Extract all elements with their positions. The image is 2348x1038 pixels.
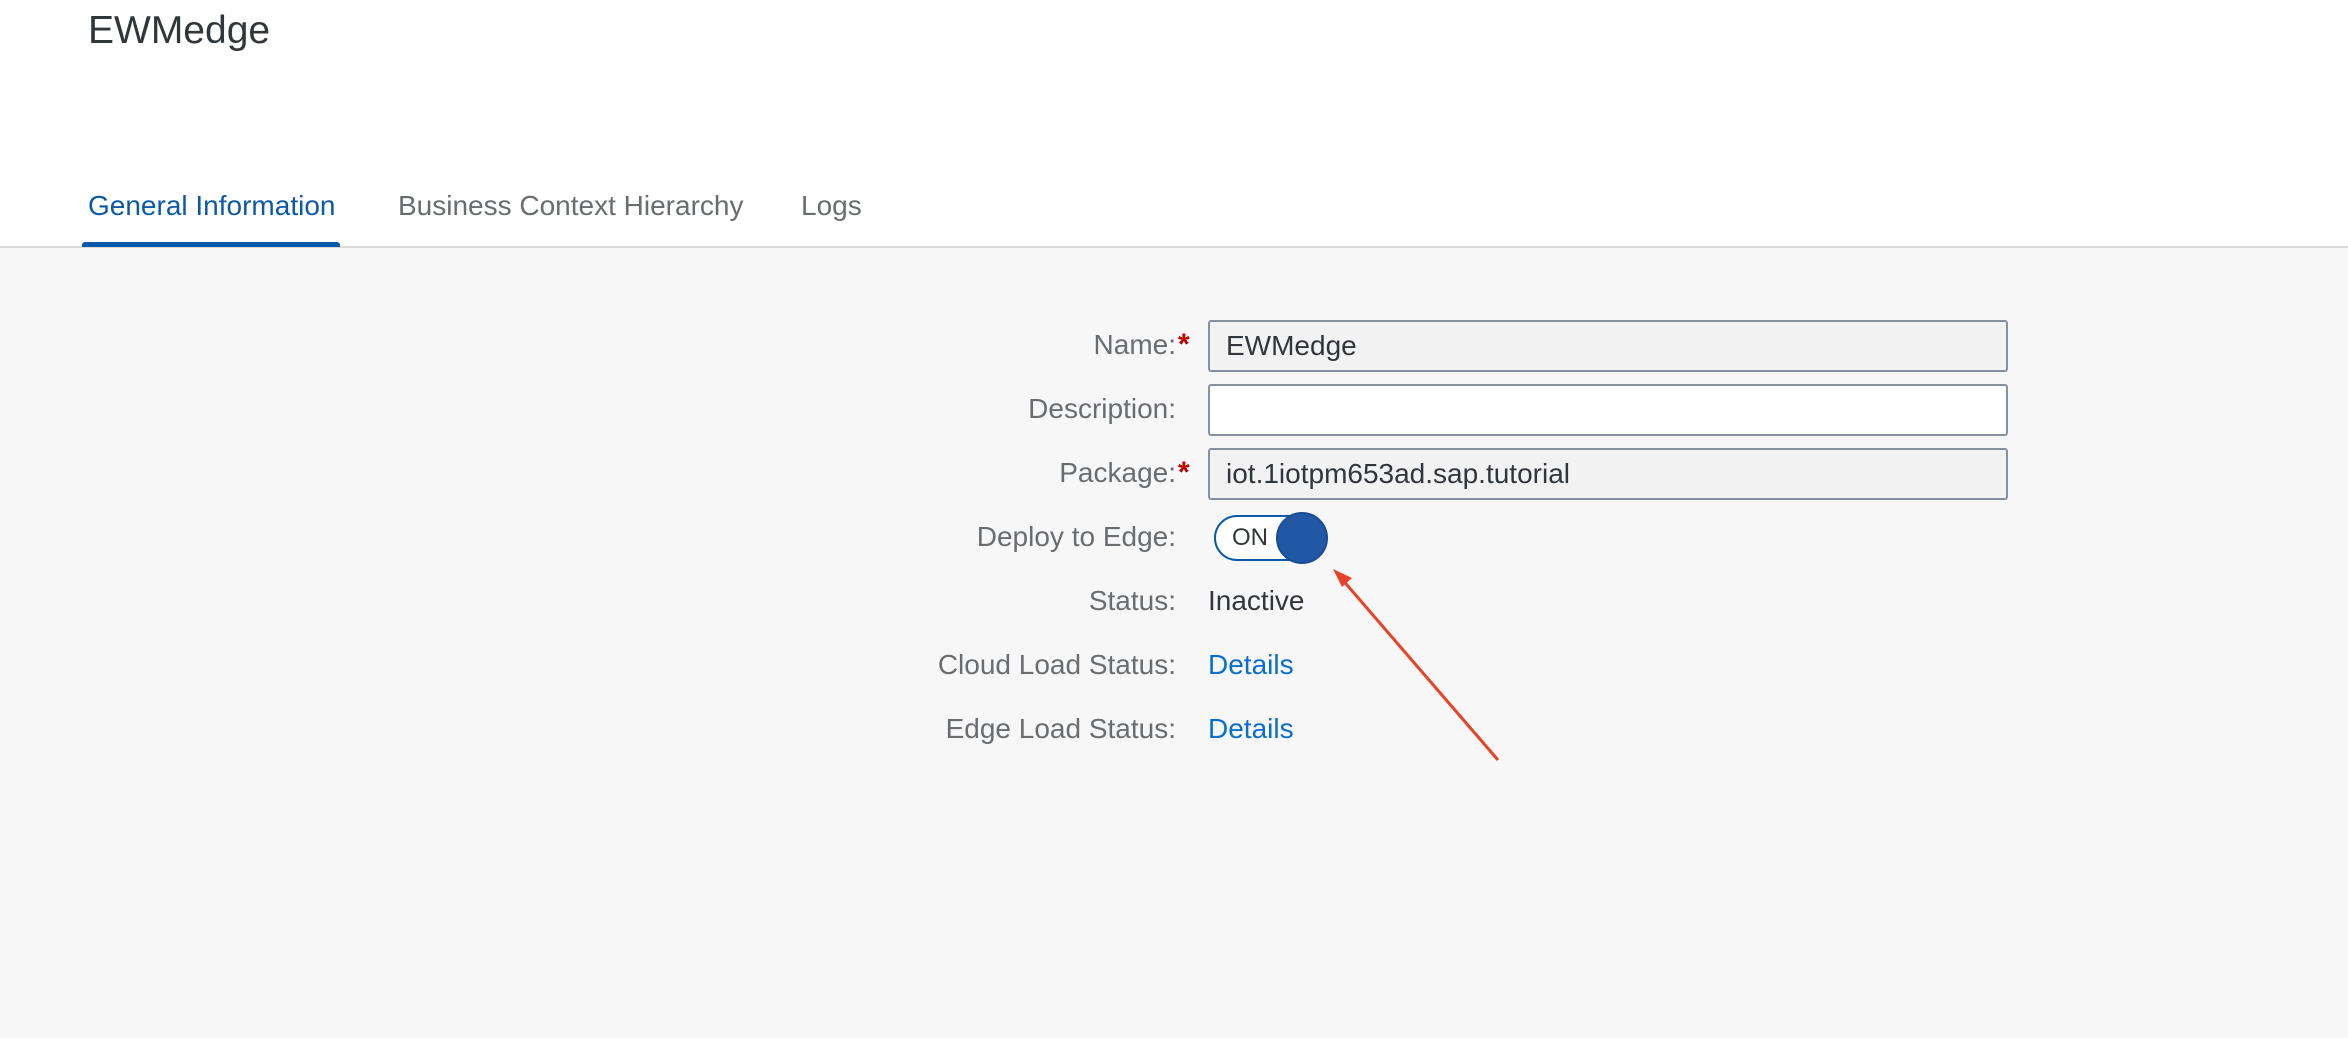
cloud-load-status-details-link[interactable]: Details <box>1208 645 1294 685</box>
cloud-load-status-label: Cloud Load Status: <box>937 649 1176 680</box>
status-value: Inactive <box>1208 585 1305 616</box>
switch-knob[interactable] <box>1276 512 1328 564</box>
active-tab-indicator <box>82 242 340 247</box>
name-field[interactable] <box>1208 320 2008 372</box>
status-label: Status: <box>1088 585 1176 616</box>
package-required-mark: * <box>1178 456 1190 489</box>
page-header: EWMedge General Information Business Con… <box>0 0 2348 248</box>
description-field[interactable] <box>1208 384 2008 436</box>
arrow-head <box>1333 569 1352 587</box>
tab-general-information[interactable]: General Information <box>88 186 335 226</box>
tab-logs[interactable]: Logs <box>801 186 862 226</box>
description-label: Description: <box>1028 393 1176 424</box>
package-label: Package: <box>1059 457 1176 488</box>
package-field[interactable] <box>1208 448 2008 500</box>
switch-on-text: ON <box>1232 524 1268 551</box>
name-label: Name: <box>1093 329 1176 360</box>
tab-business-context-hierarchy[interactable]: Business Context Hierarchy <box>398 186 743 226</box>
arrow-shaft <box>1339 577 1500 761</box>
edge-load-status-label: Edge Load Status: <box>945 713 1176 744</box>
name-required-mark: * <box>1178 328 1190 361</box>
edge-load-status-details-link[interactable]: Details <box>1208 709 1294 749</box>
page-title: EWMedge <box>88 9 271 52</box>
deploy-to-edge-label: Deploy to Edge: <box>976 521 1176 552</box>
